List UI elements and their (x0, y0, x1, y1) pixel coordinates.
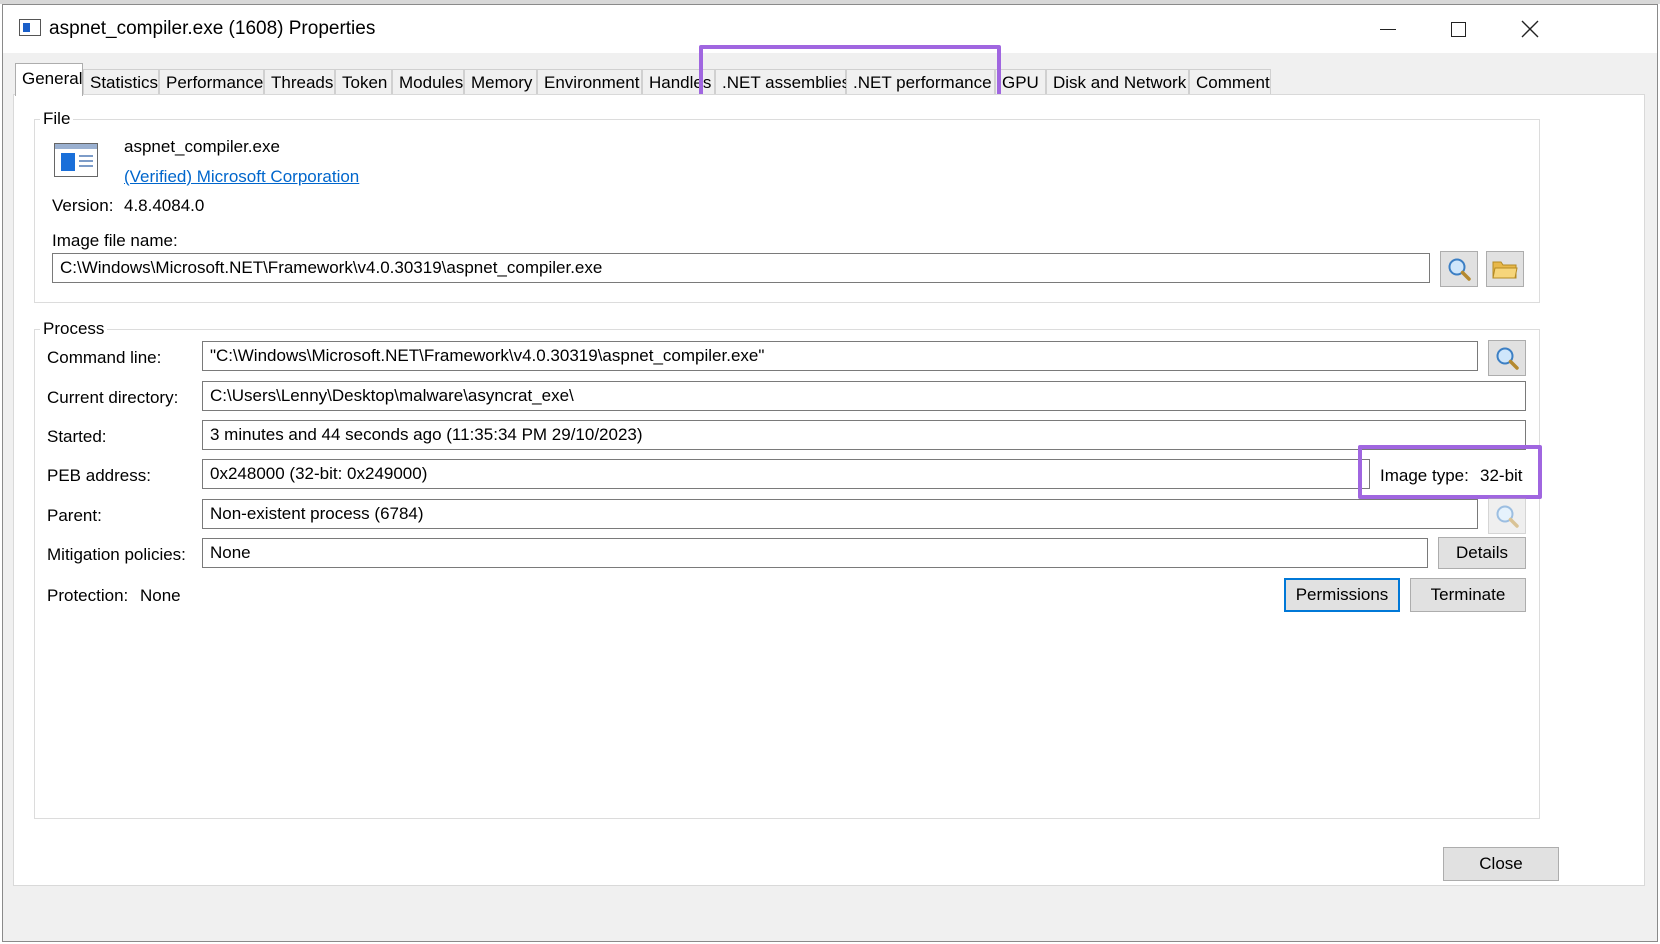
magnifier-icon (1496, 505, 1519, 528)
tab-gpu[interactable]: GPU (995, 69, 1046, 95)
details-button[interactable]: Details (1438, 537, 1526, 569)
close-window-button[interactable] (1501, 5, 1559, 53)
tab-memory[interactable]: Memory (464, 69, 537, 95)
open-folder-button[interactable] (1486, 251, 1524, 287)
mitigation-policies-label: Mitigation policies: (47, 545, 186, 564)
file-name: aspnet_compiler.exe (124, 137, 280, 156)
command-line-field[interactable]: "C:\Windows\Microsoft.NET\Framework\v4.0… (202, 341, 1478, 371)
inspect-image-button[interactable] (1440, 251, 1478, 287)
version-value: 4.8.4084.0 (124, 196, 205, 215)
file-group-legend: File (40, 109, 74, 129)
peb-address-label: PEB address: (47, 466, 151, 485)
close-button[interactable]: Close (1443, 847, 1559, 881)
protection-label: Protection: (47, 586, 129, 605)
inspect-command-line-button[interactable] (1488, 340, 1526, 376)
version-label: Version: (52, 196, 114, 215)
publisher-link[interactable]: (Verified) Microsoft Corporation (124, 167, 359, 187)
terminate-button[interactable]: Terminate (1410, 578, 1526, 612)
permissions-button[interactable]: Permissions (1284, 578, 1400, 612)
started-field[interactable]: 3 minutes and 44 seconds ago (11:35:34 P… (202, 420, 1526, 450)
tab-token[interactable]: Token (335, 69, 392, 95)
tab-statistics[interactable]: Statistics (83, 69, 159, 95)
magnifier-icon (1448, 258, 1471, 281)
minimize-icon (1380, 28, 1396, 30)
inspect-parent-button[interactable] (1488, 498, 1526, 534)
protection-value: None (140, 586, 181, 605)
peb-address-field[interactable]: 0x248000 (32-bit: 0x249000) (202, 459, 1370, 489)
started-label: Started: (47, 427, 107, 446)
magnifier-icon (1496, 347, 1519, 370)
image-type-highlight (1358, 445, 1542, 499)
close-icon (1521, 20, 1539, 38)
file-exe-icon (54, 143, 98, 177)
image-file-name-label: Image file name: (52, 231, 178, 250)
maximize-button[interactable] (1429, 5, 1487, 53)
tab-environment[interactable]: Environment (537, 69, 642, 95)
parent-field[interactable]: Non-existent process (6784) (202, 499, 1478, 529)
minimize-button[interactable] (1359, 5, 1417, 53)
maximize-icon (1450, 21, 1466, 37)
parent-label: Parent: (47, 506, 102, 525)
window-title: aspnet_compiler.exe (1608) Properties (49, 18, 376, 39)
tab-modules[interactable]: Modules (392, 69, 464, 95)
tab-threads[interactable]: Threads (264, 69, 335, 95)
current-directory-field[interactable]: C:\Users\Lenny\Desktop\malware\asyncrat_… (202, 381, 1526, 411)
tab-disk-and-network[interactable]: Disk and Network (1046, 69, 1189, 95)
properties-window: aspnet_compiler.exe (1608) Properties Ge… (2, 4, 1658, 942)
tab-performance[interactable]: Performance (159, 69, 264, 95)
process-group-legend: Process (40, 319, 108, 339)
current-directory-label: Current directory: (47, 388, 179, 407)
app-window-icon (19, 19, 41, 36)
tab-comment[interactable]: Comment (1189, 69, 1271, 95)
image-file-name-field[interactable]: C:\Windows\Microsoft.NET\Framework\v4.0.… (52, 253, 1430, 283)
mitigation-policies-field[interactable]: None (202, 538, 1428, 568)
command-line-label: Command line: (47, 348, 162, 367)
folder-icon (1492, 261, 1518, 279)
tab-general[interactable]: General (15, 63, 83, 96)
general-tab-panel: File aspnet_compiler.exe (Verified) Micr… (13, 94, 1645, 886)
